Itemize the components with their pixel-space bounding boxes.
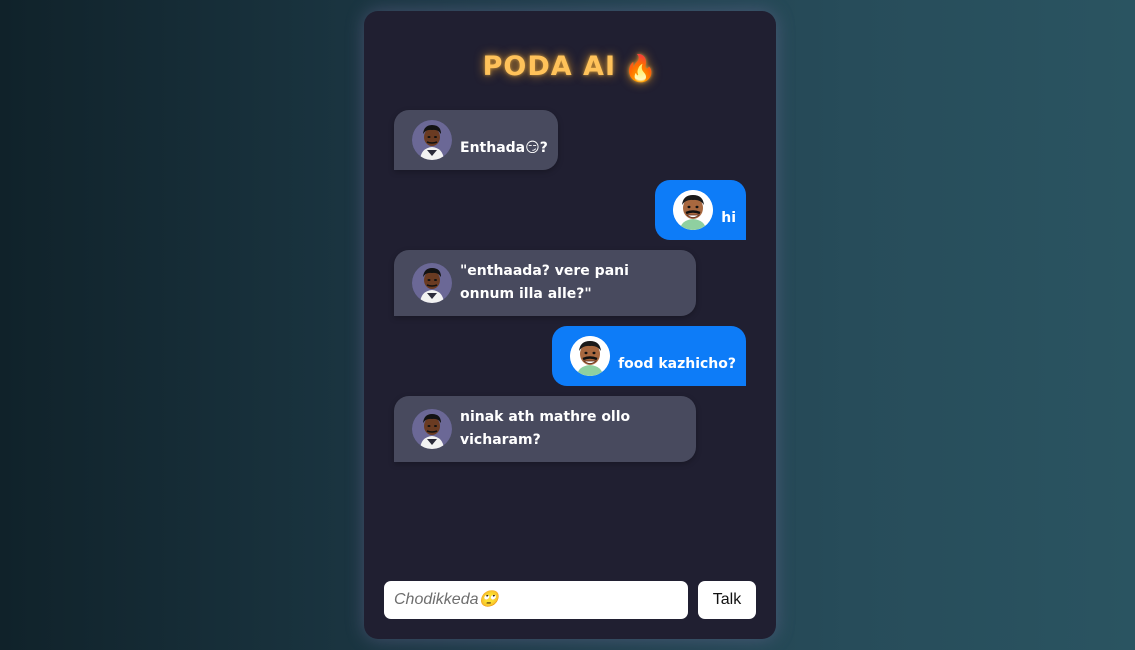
app-title-text: PODA AI [482, 51, 617, 82]
user-message: food kazhicho? [552, 326, 746, 386]
app-title: PODA AI 🔥 [364, 51, 776, 84]
bot-message: ninak ath mathre ollo vicharam? [394, 396, 696, 462]
bot-avatar [412, 263, 452, 303]
message-text: food kazhicho? [618, 356, 736, 372]
message-text: "enthaada? vere pani onnum illa alle?" [460, 263, 629, 302]
message-input[interactable] [384, 581, 688, 619]
user-avatar [570, 336, 611, 376]
chat-window: PODA AI 🔥 Enthada😏? hi "enthaada? vere p… [364, 11, 776, 639]
bot-message: Enthada😏? [394, 110, 558, 170]
fire-icon: 🔥 [624, 54, 658, 84]
bot-avatar [412, 120, 452, 160]
talk-button[interactable]: Talk [698, 581, 756, 619]
message-text: Enthada😏? [460, 140, 548, 156]
composer: Talk [384, 581, 756, 619]
user-avatar [673, 190, 714, 230]
user-message: hi [655, 180, 746, 240]
bot-avatar [412, 409, 452, 449]
message-text: ninak ath mathre ollo vicharam? [460, 409, 631, 448]
bot-message: "enthaada? vere pani onnum illa alle?" [394, 250, 696, 316]
message-text: hi [721, 210, 736, 226]
